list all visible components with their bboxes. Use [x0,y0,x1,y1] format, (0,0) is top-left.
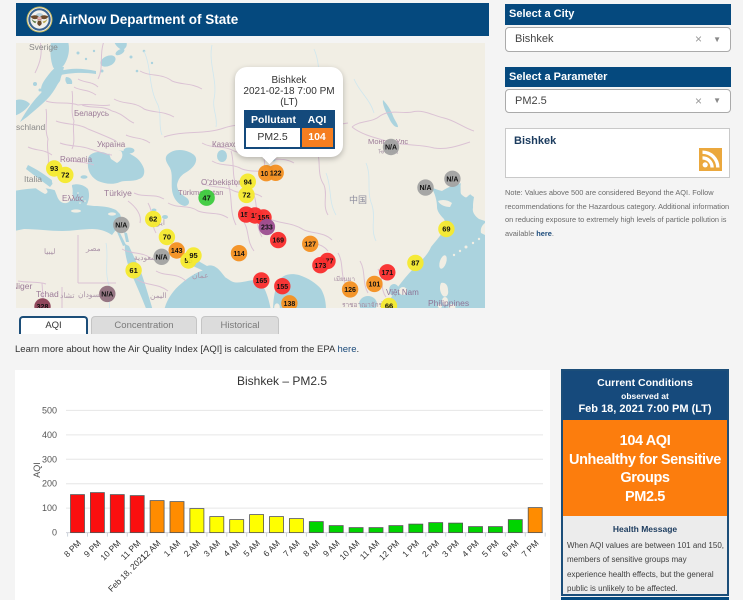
svg-text:中国: 中国 [349,194,367,205]
svg-text:95: 95 [189,251,197,260]
svg-text:3 AM: 3 AM [201,538,222,559]
svg-text:138: 138 [284,301,296,308]
svg-text:101: 101 [369,282,381,289]
svg-text:تشاد: تشاد [60,291,74,300]
svg-text:72: 72 [242,191,250,200]
svg-text:Україна: Україна [97,140,126,149]
svg-text:Беларусь: Беларусь [74,109,109,118]
svg-text:11 AM: 11 AM [358,538,382,562]
svg-text:122: 122 [270,170,282,177]
svg-text:400: 400 [42,430,57,440]
svg-text:127: 127 [304,241,316,248]
svg-text:155: 155 [276,284,288,291]
svg-text:7 AM: 7 AM [281,538,302,559]
svg-text:114: 114 [233,251,244,258]
svg-text:Bishkek – PM2.5: Bishkek – PM2.5 [237,374,327,388]
svg-text:N/A: N/A [156,254,168,261]
svg-text:4 AM: 4 AM [221,538,242,559]
svg-text:مصر: مصر [85,244,101,253]
svg-text:Ελλάς: Ελλάς [62,194,84,203]
svg-text:N/A: N/A [446,176,458,183]
svg-text:61: 61 [129,266,137,275]
svg-text:Deutschland: Deutschland [16,122,46,132]
svg-text:Philippines: Philippines [428,298,469,308]
svg-text:169: 169 [272,238,284,245]
svg-text:233: 233 [261,225,273,232]
svg-text:N/A: N/A [115,223,127,230]
svg-text:AQI: AQI [32,462,42,478]
svg-text:143: 143 [171,248,183,255]
svg-text:Türkiye: Türkiye [104,188,132,198]
svg-text:Tchad: Tchad [36,289,59,299]
svg-text:171: 171 [381,270,393,277]
svg-text:اليمن: اليمن [150,291,167,300]
svg-text:2 PM: 2 PM [420,538,441,559]
svg-text:8 PM: 8 PM [62,538,83,559]
svg-text:173: 173 [315,263,327,270]
svg-text:ليبيا: ليبيا [44,247,55,256]
svg-text:69: 69 [442,225,450,234]
svg-text:12 PM: 12 PM [377,538,401,562]
svg-text:6 AM: 6 AM [261,538,282,559]
svg-text:7 PM: 7 PM [520,538,541,559]
svg-text:10 PM: 10 PM [98,538,122,562]
svg-text:0: 0 [52,528,57,538]
svg-text:8 AM: 8 AM [301,538,322,559]
svg-text:300: 300 [42,454,57,464]
svg-text:4 PM: 4 PM [460,538,481,559]
svg-text:Việt Nam: Việt Nam [386,288,419,297]
svg-text:6 PM: 6 PM [500,538,521,559]
svg-text:10 AM: 10 AM [337,538,361,562]
svg-text:328: 328 [37,304,49,308]
svg-text:N/A: N/A [419,185,431,192]
svg-text:5 PM: 5 PM [480,538,501,559]
svg-text:N/A: N/A [385,145,397,152]
svg-text:Italia: Italia [24,174,42,184]
svg-text:100: 100 [42,503,57,513]
svg-text:93: 93 [50,164,58,173]
svg-text:70: 70 [163,233,171,242]
svg-text:87: 87 [411,259,419,268]
svg-text:126: 126 [344,287,356,294]
svg-text:200: 200 [42,479,57,489]
svg-text:Niger: Niger [16,281,32,291]
svg-text:Sverige: Sverige [29,43,58,52]
svg-text:1 AM: 1 AM [162,538,183,559]
svg-text:47: 47 [202,193,210,202]
svg-text:عمان: عمان [192,271,209,280]
svg-text:2 AM: 2 AM [182,538,203,559]
svg-text:3 PM: 3 PM [440,538,461,559]
svg-text:165: 165 [255,278,267,285]
svg-text:O'zbekiston: O'zbekiston [201,178,243,187]
svg-text:Romania: Romania [60,155,93,164]
svg-text:500: 500 [42,405,57,415]
svg-text:62: 62 [149,215,157,224]
svg-text:N/A: N/A [101,292,113,299]
svg-text:72: 72 [61,171,69,180]
svg-text:66: 66 [385,302,393,308]
svg-text:5 AM: 5 AM [241,538,262,559]
svg-text:94: 94 [244,177,253,186]
svg-text:1 PM: 1 PM [400,538,421,559]
